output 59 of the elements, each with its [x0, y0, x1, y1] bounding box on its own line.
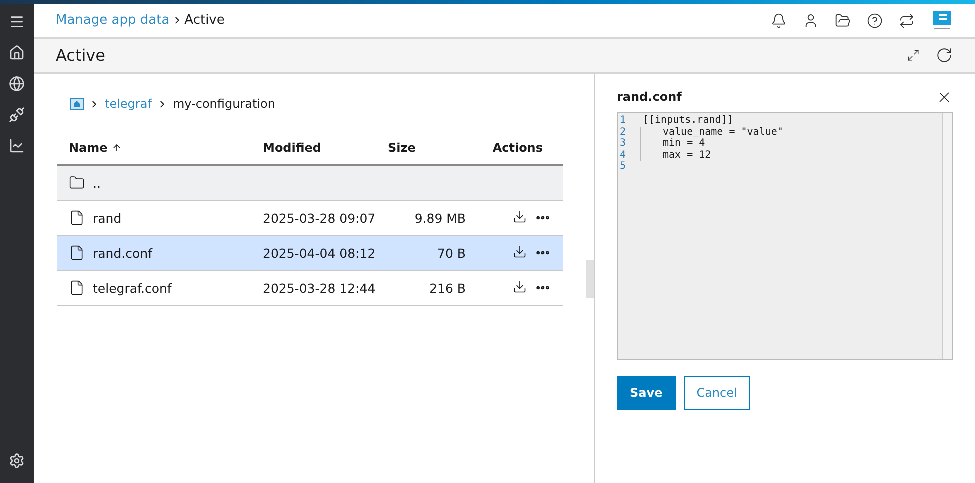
plug-icon[interactable] — [9, 107, 25, 123]
file-name: telegraf.conf — [93, 280, 172, 296]
page-title: Active — [56, 46, 106, 65]
path-current: my-configuration — [172, 97, 276, 111]
code-editor[interactable]: 1 2 3 4 5 [[inputs.rand]] value_name = "value" min = 4 max = 12 — [617, 112, 953, 360]
column-header[interactable]: Actions — [466, 141, 563, 155]
expand-icon[interactable] — [907, 49, 920, 62]
settings-icon[interactable] — [9, 453, 25, 469]
file-icon — [69, 280, 85, 296]
modified-cell-text: 2025-03-28 12:44 — [263, 280, 377, 296]
download-icon[interactable] — [513, 245, 527, 259]
modified-cell-text: 2025-03-28 09:07 — [263, 210, 377, 226]
column-header[interactable]: Modified — [263, 141, 388, 155]
line-number: 3 — [619, 138, 628, 150]
download-icon[interactable] — [513, 210, 527, 224]
folder-icon — [69, 175, 85, 191]
column-header[interactable]: Name — [69, 141, 263, 155]
chart-icon[interactable] — [9, 138, 25, 154]
refresh-icon[interactable] — [936, 47, 953, 64]
logo-icon — [931, 10, 953, 32]
save-button[interactable]: Save — [617, 376, 676, 410]
code-line: max = 12 — [663, 150, 712, 160]
size-cell-text: 9.89 MB — [414, 210, 466, 226]
resize-handle[interactable] — [586, 260, 594, 298]
breadcrumb-current: Active — [184, 13, 225, 28]
file-name: .. — [93, 176, 101, 190]
code-line: min = 4 — [663, 138, 706, 149]
home-icon[interactable] — [9, 45, 25, 61]
breadcrumb-link[interactable]: Manage app data — [56, 13, 170, 28]
file-name: rand.conf — [93, 246, 152, 260]
menu-icon[interactable] — [9, 14, 25, 30]
file-name: rand — [93, 210, 122, 226]
file-row[interactable]: rand.conf 2025-04-04 08:12 70 B — [57, 236, 563, 271]
file-icon — [69, 210, 85, 226]
home-folder-icon[interactable] — [70, 98, 84, 110]
scrollbar[interactable] — [942, 113, 952, 359]
code-line: value_name = "value" — [663, 126, 784, 138]
line-number: 4 — [619, 150, 628, 161]
file-row[interactable]: telegraf.conf 2025-03-28 12:44 216 B — [57, 271, 563, 306]
size-cell-text: 216 B — [428, 280, 466, 296]
user-icon[interactable] — [803, 12, 819, 28]
bell-icon[interactable] — [771, 12, 787, 28]
download-icon[interactable] — [513, 280, 527, 294]
line-number: 5 — [619, 161, 628, 172]
line-number: 2 — [619, 126, 628, 138]
size-cell-text: 70 B — [436, 246, 466, 260]
column-header[interactable]: Size — [388, 141, 466, 155]
globe-icon[interactable] — [9, 76, 25, 92]
switch-icon[interactable] — [899, 12, 915, 28]
code-line: [[inputs.rand]] — [643, 115, 734, 126]
cancel-button[interactable]: Cancel — [684, 376, 750, 410]
path-link[interactable]: telegraf — [105, 97, 152, 111]
help-icon[interactable] — [867, 12, 883, 28]
modified-cell-text: 2025-04-04 08:12 — [263, 246, 377, 260]
folder-icon[interactable] — [835, 12, 851, 28]
file-row[interactable]: .. — [57, 166, 563, 201]
editor-title: rand.conf — [617, 90, 682, 104]
file-icon — [69, 245, 85, 261]
line-number: 1 — [619, 115, 628, 126]
